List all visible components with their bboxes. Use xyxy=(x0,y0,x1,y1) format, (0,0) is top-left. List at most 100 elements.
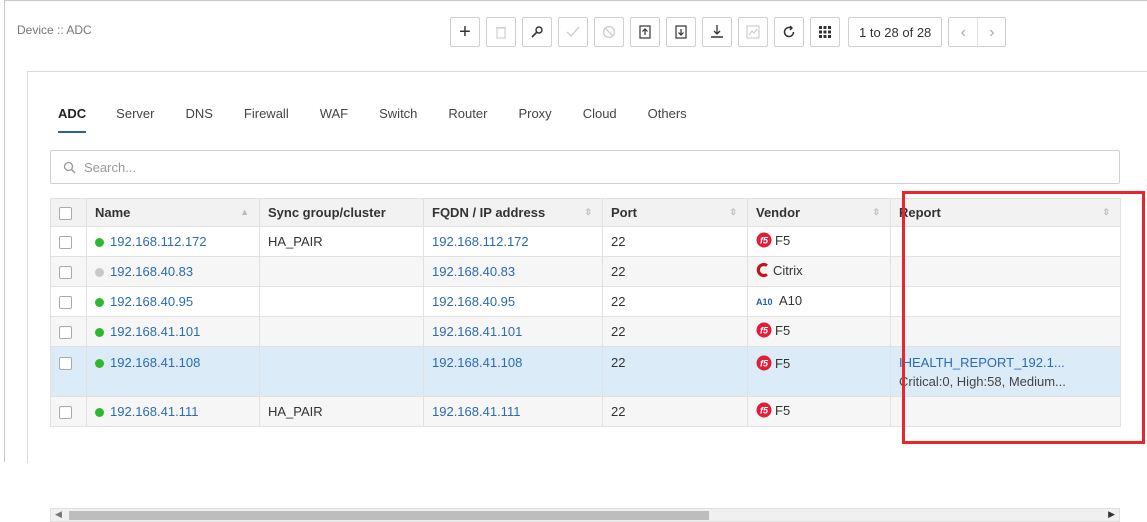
sync-group-cell xyxy=(259,346,424,397)
svg-text:f5: f5 xyxy=(760,326,769,336)
tab-cloud[interactable]: Cloud xyxy=(583,106,617,133)
row-checkbox[interactable] xyxy=(50,396,87,427)
port-cell: 22 xyxy=(602,286,748,317)
prev-page-button[interactable]: ‹ xyxy=(949,18,977,48)
check-icon xyxy=(566,26,580,38)
credentials-button[interactable] xyxy=(522,17,552,47)
export-button[interactable] xyxy=(666,17,696,47)
citrix-logo-icon xyxy=(756,262,770,281)
device-name-link[interactable]: 192.168.112.172 xyxy=(86,226,260,257)
tab-dns[interactable]: DNS xyxy=(185,106,212,133)
sync-group-cell: HA_PAIR xyxy=(259,396,424,427)
select-all-checkbox[interactable] xyxy=(50,198,87,227)
add-button[interactable]: + xyxy=(450,17,480,47)
device-name-link[interactable]: 192.168.40.83 xyxy=(86,256,260,287)
download-icon xyxy=(711,25,723,38)
columns-icon xyxy=(819,26,831,38)
svg-text:f5: f5 xyxy=(760,406,769,416)
scroll-right-icon[interactable]: ▶ xyxy=(1108,509,1115,520)
device-name-link[interactable]: 192.168.40.95 xyxy=(86,286,260,317)
search-box[interactable]: Search... xyxy=(50,150,1120,184)
column-header-vendor[interactable]: Vendor ⇳ xyxy=(747,198,891,227)
status-indicator xyxy=(95,268,104,278)
f5-logo-icon: f5 xyxy=(756,232,772,251)
refresh-button[interactable] xyxy=(774,17,804,47)
download-button[interactable] xyxy=(702,17,732,47)
sort-icon: ⇳ xyxy=(729,207,737,217)
main-frame: Device :: ADC + 1 to 28 of 28 ‹ › ADC Se… xyxy=(4,0,1147,522)
port-cell: 22 xyxy=(602,316,748,347)
disable-icon xyxy=(602,25,616,39)
search-input[interactable]: Search... xyxy=(84,160,136,175)
report-column-highlight xyxy=(902,191,1145,444)
next-page-button[interactable]: › xyxy=(977,18,1005,48)
pager-nav: ‹ › xyxy=(948,17,1007,48)
row-checkbox[interactable] xyxy=(50,316,87,347)
vendor-cell: Citrix xyxy=(747,256,891,287)
tab-adc[interactable]: ADC xyxy=(58,106,87,133)
device-name-link[interactable]: 192.168.41.101 xyxy=(86,316,260,347)
fqdn-cell: 192.168.41.111 xyxy=(423,396,603,427)
sync-group-cell xyxy=(259,286,424,317)
device-name-link[interactable]: 192.168.41.111 xyxy=(86,396,260,427)
vendor-cell: f5 F5 xyxy=(747,396,891,427)
tab-switch[interactable]: Switch xyxy=(379,106,417,133)
row-checkbox[interactable] xyxy=(50,286,87,317)
scrollbar-thumb[interactable] xyxy=(69,511,709,520)
export-icon xyxy=(675,25,687,39)
sync-group-cell xyxy=(259,256,424,287)
status-indicator xyxy=(95,328,104,338)
status-indicator xyxy=(95,408,104,418)
columns-button[interactable] xyxy=(810,17,840,47)
vendor-cell: f5 F5 xyxy=(747,346,891,397)
enable-button[interactable] xyxy=(558,17,588,47)
svg-text:f5: f5 xyxy=(760,359,769,369)
port-cell: 22 xyxy=(602,226,748,257)
column-header-fqdn[interactable]: FQDN / IP address ⇳ xyxy=(423,198,603,227)
fqdn-cell: 192.168.41.108 xyxy=(423,346,603,397)
sync-group-cell xyxy=(259,316,424,347)
status-indicator xyxy=(95,298,104,308)
horizontal-scrollbar[interactable]: ◀ ▶ xyxy=(50,508,1120,522)
row-checkbox[interactable] xyxy=(50,256,87,287)
sort-icon: ⇳ xyxy=(584,207,592,217)
import-button[interactable] xyxy=(630,17,660,47)
report-icon xyxy=(746,25,760,39)
f5-logo-icon: f5 xyxy=(756,402,772,421)
fqdn-cell: 192.168.112.172 xyxy=(423,226,603,257)
tab-waf[interactable]: WAF xyxy=(320,106,348,133)
tab-others[interactable]: Others xyxy=(648,106,687,133)
sort-icon: ⇳ xyxy=(872,207,880,217)
scroll-left-icon[interactable]: ◀ xyxy=(55,509,62,520)
svg-text:f5: f5 xyxy=(760,236,769,246)
top-bar: Device :: ADC + 1 to 28 of 28 ‹ › xyxy=(5,1,1147,61)
tab-router[interactable]: Router xyxy=(448,106,487,133)
device-name-link[interactable]: 192.168.41.108 xyxy=(86,346,260,397)
report-button[interactable] xyxy=(738,17,768,47)
add-icon: + xyxy=(459,21,471,43)
tab-proxy[interactable]: Proxy xyxy=(518,106,551,133)
f5-logo-icon: f5 xyxy=(756,355,772,374)
tab-firewall[interactable]: Firewall xyxy=(244,106,289,133)
sort-icon: ▲ xyxy=(240,207,249,217)
delete-button[interactable] xyxy=(486,17,516,47)
device-type-tabs: ADC Server DNS Firewall WAF Switch Route… xyxy=(58,106,687,133)
tab-server[interactable]: Server xyxy=(116,106,154,133)
disable-button[interactable] xyxy=(594,17,624,47)
toolbar: + 1 to 28 of 28 ‹ › xyxy=(450,15,1007,49)
chevron-right-icon: › xyxy=(989,24,995,41)
column-header-port[interactable]: Port ⇳ xyxy=(602,198,748,227)
port-cell: 22 xyxy=(602,396,748,427)
key-icon xyxy=(531,26,543,38)
column-header-name[interactable]: Name ▲ xyxy=(86,198,260,227)
refresh-icon xyxy=(783,25,795,38)
fqdn-cell: 192.168.41.101 xyxy=(423,316,603,347)
chevron-left-icon: ‹ xyxy=(960,24,966,41)
row-checkbox[interactable] xyxy=(50,226,87,257)
delete-icon xyxy=(496,26,506,39)
f5-logo-icon: f5 xyxy=(756,322,772,341)
port-cell: 22 xyxy=(602,256,748,287)
breadcrumb: Device :: ADC xyxy=(17,23,92,37)
row-checkbox[interactable] xyxy=(50,346,87,397)
column-header-sync[interactable]: Sync group/cluster xyxy=(259,198,424,227)
